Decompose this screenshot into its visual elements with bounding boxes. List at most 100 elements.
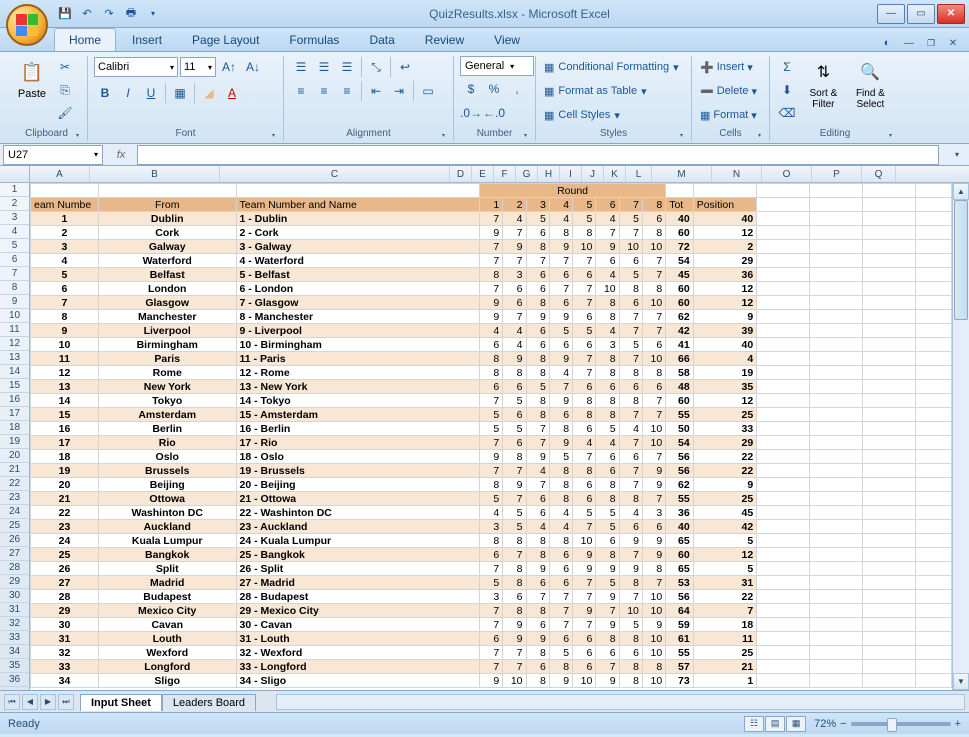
- cell[interactable]: 7: [549, 380, 572, 394]
- cell[interactable]: 6: [642, 380, 665, 394]
- row-header[interactable]: 3: [0, 211, 29, 225]
- row-header[interactable]: 21: [0, 463, 29, 477]
- cell[interactable]: [666, 184, 694, 198]
- cell[interactable]: 6: [573, 660, 596, 674]
- row-header[interactable]: 9: [0, 295, 29, 309]
- prev-sheet-icon[interactable]: ◀: [22, 694, 38, 710]
- maximize-button[interactable]: ▭: [907, 4, 935, 24]
- cell[interactable]: 7: [479, 464, 502, 478]
- cell[interactable]: 2: [693, 240, 757, 254]
- cell[interactable]: 6: [503, 590, 526, 604]
- next-sheet-icon[interactable]: ▶: [40, 694, 56, 710]
- cell[interactable]: 33: [31, 660, 99, 674]
- cell[interactable]: 4: [619, 422, 642, 436]
- cell[interactable]: 17 - Rio: [236, 436, 479, 450]
- cell[interactable]: 29: [693, 254, 757, 268]
- cell[interactable]: 8 - Manchester: [236, 310, 479, 324]
- cell[interactable]: [757, 492, 810, 506]
- cell[interactable]: Liverpool: [98, 324, 236, 338]
- cell[interactable]: [810, 422, 863, 436]
- row-header[interactable]: 31: [0, 603, 29, 617]
- formula-input[interactable]: [137, 145, 939, 165]
- cell[interactable]: 5: [503, 520, 526, 534]
- cell[interactable]: 5: [596, 506, 619, 520]
- normal-view-icon[interactable]: ☷: [744, 716, 764, 732]
- cell[interactable]: 7: [693, 604, 757, 618]
- cell[interactable]: 7: [642, 394, 665, 408]
- percent-icon[interactable]: %: [483, 78, 505, 100]
- cell[interactable]: 8: [503, 534, 526, 548]
- cell[interactable]: [757, 478, 810, 492]
- cell[interactable]: 9: [619, 534, 642, 548]
- cell[interactable]: 65: [666, 562, 694, 576]
- cell[interactable]: 6: [619, 380, 642, 394]
- row-header[interactable]: 16: [0, 393, 29, 407]
- cell[interactable]: 60: [666, 282, 694, 296]
- cell[interactable]: 4: [693, 352, 757, 366]
- column-header[interactable]: A: [30, 166, 90, 182]
- last-sheet-icon[interactable]: ⏭: [58, 694, 74, 710]
- cell[interactable]: 6: [573, 338, 596, 352]
- cell[interactable]: [810, 240, 863, 254]
- cell[interactable]: [915, 632, 951, 646]
- cell[interactable]: 10: [573, 534, 596, 548]
- font-color-icon[interactable]: A: [221, 82, 243, 104]
- cell[interactable]: 9: [31, 324, 99, 338]
- cell[interactable]: 29: [693, 436, 757, 450]
- cell[interactable]: [757, 660, 810, 674]
- cell[interactable]: 6: [526, 282, 549, 296]
- cell[interactable]: 4: [596, 324, 619, 338]
- cell[interactable]: 8: [526, 604, 549, 618]
- column-header[interactable]: I: [560, 166, 582, 182]
- cell[interactable]: [810, 534, 863, 548]
- cell[interactable]: 3: [642, 506, 665, 520]
- cell[interactable]: 22: [693, 464, 757, 478]
- cell[interactable]: Mexico City: [98, 604, 236, 618]
- cell[interactable]: 6: [526, 268, 549, 282]
- cell[interactable]: 73: [666, 674, 694, 688]
- cell[interactable]: [757, 436, 810, 450]
- cell[interactable]: 7: [596, 660, 619, 674]
- cell[interactable]: Oslo: [98, 450, 236, 464]
- increase-indent-icon[interactable]: ⇥: [388, 80, 410, 102]
- cell[interactable]: 45: [666, 268, 694, 282]
- cell[interactable]: 5: [596, 576, 619, 590]
- cell[interactable]: [98, 184, 236, 198]
- cell[interactable]: 1 - Dublin: [236, 212, 479, 226]
- cell[interactable]: Position: [693, 198, 757, 212]
- cell[interactable]: 9 - Liverpool: [236, 324, 479, 338]
- cell[interactable]: 8: [642, 226, 665, 240]
- cell[interactable]: 6: [479, 338, 502, 352]
- cell[interactable]: Ottowa: [98, 492, 236, 506]
- cell[interactable]: 39: [693, 324, 757, 338]
- cell[interactable]: [757, 520, 810, 534]
- cell[interactable]: [915, 198, 951, 212]
- cell[interactable]: 9: [596, 562, 619, 576]
- cell[interactable]: 25: [693, 646, 757, 660]
- cell[interactable]: 7: [619, 226, 642, 240]
- cell[interactable]: 5: [619, 268, 642, 282]
- cell[interactable]: [863, 380, 916, 394]
- cell[interactable]: 6: [573, 380, 596, 394]
- cell[interactable]: 40: [693, 212, 757, 226]
- cell[interactable]: [915, 548, 951, 562]
- cell[interactable]: [757, 366, 810, 380]
- decrease-indent-icon[interactable]: ⇤: [365, 80, 387, 102]
- cell[interactable]: 54: [666, 254, 694, 268]
- cell[interactable]: 7: [642, 310, 665, 324]
- cell[interactable]: [915, 478, 951, 492]
- cell[interactable]: [863, 198, 916, 212]
- cell[interactable]: 9: [642, 618, 665, 632]
- sort-filter-button[interactable]: ⇅ Sort & Filter: [802, 56, 845, 112]
- column-header[interactable]: G: [516, 166, 538, 182]
- cell[interactable]: 9: [503, 632, 526, 646]
- cell[interactable]: [757, 506, 810, 520]
- tab-page-layout[interactable]: Page Layout: [178, 29, 273, 51]
- cell[interactable]: [863, 268, 916, 282]
- cell[interactable]: 45: [693, 506, 757, 520]
- cell[interactable]: 19 - Brussels: [236, 464, 479, 478]
- cell[interactable]: 36: [666, 506, 694, 520]
- cell[interactable]: 6: [526, 492, 549, 506]
- cell[interactable]: 8: [619, 394, 642, 408]
- cell[interactable]: 9: [642, 478, 665, 492]
